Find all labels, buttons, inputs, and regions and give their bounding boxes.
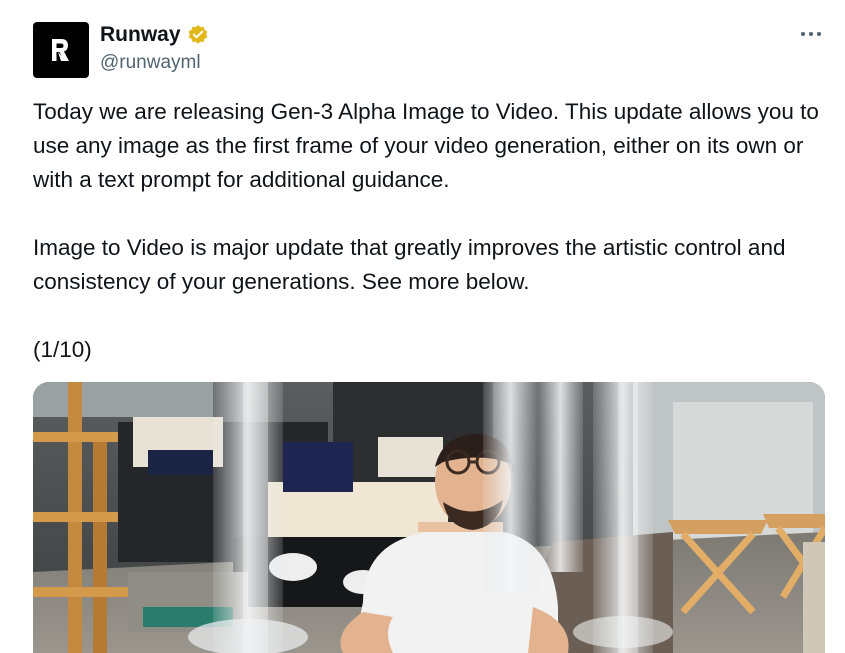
author-display-name[interactable]: Runway [100, 23, 181, 47]
author-avatar[interactable] [33, 22, 89, 78]
tweet-video[interactable] [33, 382, 825, 653]
author-info: Runway @runwayml [100, 22, 209, 74]
tweet-header: Runway @runwayml [33, 20, 823, 80]
tweet-paragraph: Image to Video is major update that grea… [33, 235, 786, 294]
tweet-paragraph: Today we are releasing Gen-3 Alpha Image… [33, 99, 819, 192]
author-handle[interactable]: @runwayml [100, 52, 209, 74]
display-name-row: Runway [100, 22, 209, 48]
tweet-text: Today we are releasing Gen-3 Alpha Image… [33, 95, 828, 367]
video-frame-image [33, 382, 825, 653]
more-options-button[interactable] [799, 22, 823, 46]
thread-counter: (1/10) [33, 337, 92, 362]
runway-logo-icon [52, 39, 69, 61]
more-options-icon [801, 32, 821, 36]
verified-badge-icon [188, 25, 207, 44]
